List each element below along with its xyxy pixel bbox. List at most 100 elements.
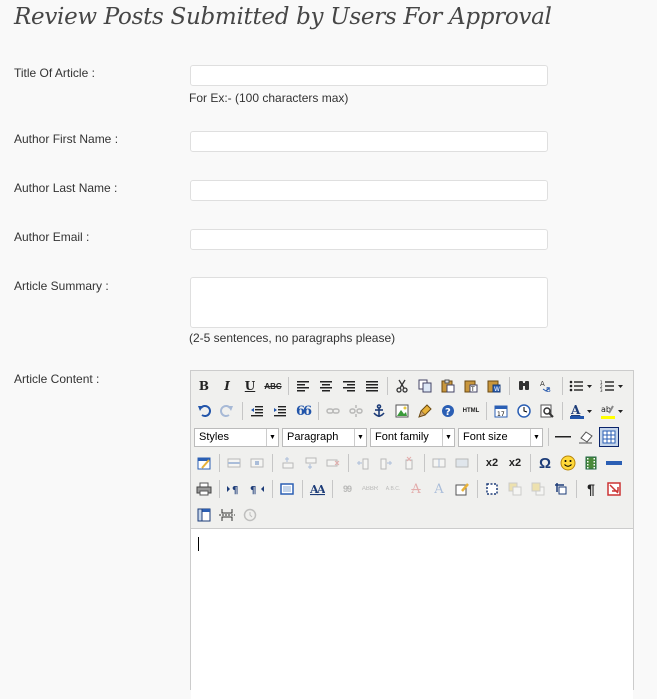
eraser-icon[interactable] [576,427,596,447]
row-after-icon[interactable] [300,453,320,473]
blockquote-icon[interactable]: 66 [293,401,313,421]
cite-icon[interactable]: 99 [337,479,357,499]
underline-button[interactable]: U [240,376,260,396]
bold-button[interactable]: B [194,376,214,396]
rtl-icon[interactable]: ¶ [247,479,267,499]
template-icon[interactable] [194,505,214,525]
copy-icon[interactable] [415,376,435,396]
acronym-icon[interactable]: A.B.C. [383,479,403,499]
restore-draft-icon[interactable] [240,505,260,525]
rtl-glyph: ¶ [250,485,256,496]
last-name-input[interactable] [190,180,548,201]
charmap-icon[interactable]: Ω [535,453,555,473]
cut-icon[interactable] [392,376,412,396]
preview-icon[interactable] [537,401,557,421]
abbr-icon[interactable]: ABBR [360,479,380,499]
superscript-icon[interactable]: x2 [505,453,525,473]
row-before-icon[interactable] [277,453,297,473]
editor-content-area[interactable] [191,528,633,699]
delete-col-icon[interactable] [399,453,419,473]
image-icon[interactable] [392,401,412,421]
bullet-list-button[interactable] [567,376,595,396]
chevron-down-icon: ▼ [266,428,278,446]
help-icon[interactable]: ? [438,401,458,421]
unlink-icon[interactable] [346,401,366,421]
email-input[interactable] [190,229,548,250]
advanced-hr-icon[interactable] [604,453,624,473]
link-icon[interactable] [323,401,343,421]
toolbar-row-6 [194,503,263,527]
highlight-color-button[interactable]: ab [598,401,626,421]
toolbar-separator [509,377,510,395]
col-after-icon[interactable] [376,453,396,473]
first-name-label: Author First Name : [14,132,119,146]
font-size-select[interactable]: Font size ▼ [458,427,543,447]
outdent-icon[interactable] [247,401,267,421]
print-icon[interactable] [194,479,214,499]
anchor-icon[interactable] [369,401,389,421]
font-color-button[interactable]: A [567,401,595,421]
indent-icon[interactable] [270,401,290,421]
horizontal-rule-icon[interactable] [553,427,573,447]
ltr-icon[interactable]: ¶ [224,479,244,499]
show-blocks-icon[interactable]: ¶ [581,479,601,499]
summary-label: Article Summary : [14,279,109,293]
align-left-button[interactable] [293,376,313,396]
align-right-button[interactable] [339,376,359,396]
col-before-icon[interactable] [353,453,373,473]
subscript-icon[interactable]: x2 [482,453,502,473]
insert-layer-icon[interactable] [482,479,502,499]
summary-hint: (2-5 sentences, no paragraphs please) [189,331,396,345]
svg-text:B: B [546,386,551,393]
first-name-input[interactable] [190,131,548,152]
svg-text:T: T [470,386,475,393]
cleanup-icon[interactable] [415,401,435,421]
toolbar-separator [288,377,289,395]
fullscreen-icon[interactable] [277,479,297,499]
title-input[interactable] [190,65,548,86]
paste-icon[interactable] [438,376,458,396]
summary-textarea[interactable] [190,277,548,328]
edit-table-icon[interactable] [194,453,214,473]
insert-time-icon[interactable] [514,401,534,421]
justify-button[interactable] [362,376,382,396]
paste-text-icon[interactable]: T [461,376,481,396]
merge-cells-icon[interactable] [452,453,472,473]
split-cells-icon[interactable] [429,453,449,473]
row-props-icon[interactable] [224,453,244,473]
attribs-icon[interactable] [452,479,472,499]
toolbar-row-2: 66 ? HTML 17 A ab [194,399,629,423]
absolute-icon[interactable] [551,479,571,499]
ins-icon[interactable]: A [429,479,449,499]
align-center-button[interactable] [316,376,336,396]
content-label: Article Content : [14,372,100,386]
cell-props-icon[interactable] [247,453,267,473]
text-caret [198,537,199,551]
styles-select[interactable]: Styles ▼ [194,427,279,447]
visual-aid-icon[interactable] [599,427,619,447]
replace-icon[interactable]: AB [537,376,557,396]
toolbar-separator [219,454,220,472]
insert-date-icon[interactable]: 17 [491,401,511,421]
paste-word-icon[interactable]: W [484,376,504,396]
strikethrough-button[interactable]: ABC [263,376,283,396]
media-icon[interactable] [581,453,601,473]
move-forward-icon[interactable] [505,479,525,499]
redo-icon[interactable] [217,401,237,421]
toolbar-separator [548,428,549,446]
emoticon-icon[interactable] [558,453,578,473]
html-icon[interactable]: HTML [461,401,481,421]
numbered-list-button[interactable]: 123 [598,376,626,396]
italic-button[interactable]: I [217,376,237,396]
toolbar-separator [272,454,273,472]
move-backward-icon[interactable] [528,479,548,499]
styleprops-icon[interactable]: AA [307,479,327,499]
page-break-icon[interactable] [217,505,237,525]
delete-row-icon[interactable] [323,453,343,473]
find-icon[interactable] [514,376,534,396]
font-family-select[interactable]: Font family ▼ [370,427,455,447]
nonbreaking-icon[interactable] [604,479,624,499]
format-select[interactable]: Paragraph ▼ [282,427,367,447]
del-icon[interactable]: A [406,479,426,499]
undo-icon[interactable] [194,401,214,421]
